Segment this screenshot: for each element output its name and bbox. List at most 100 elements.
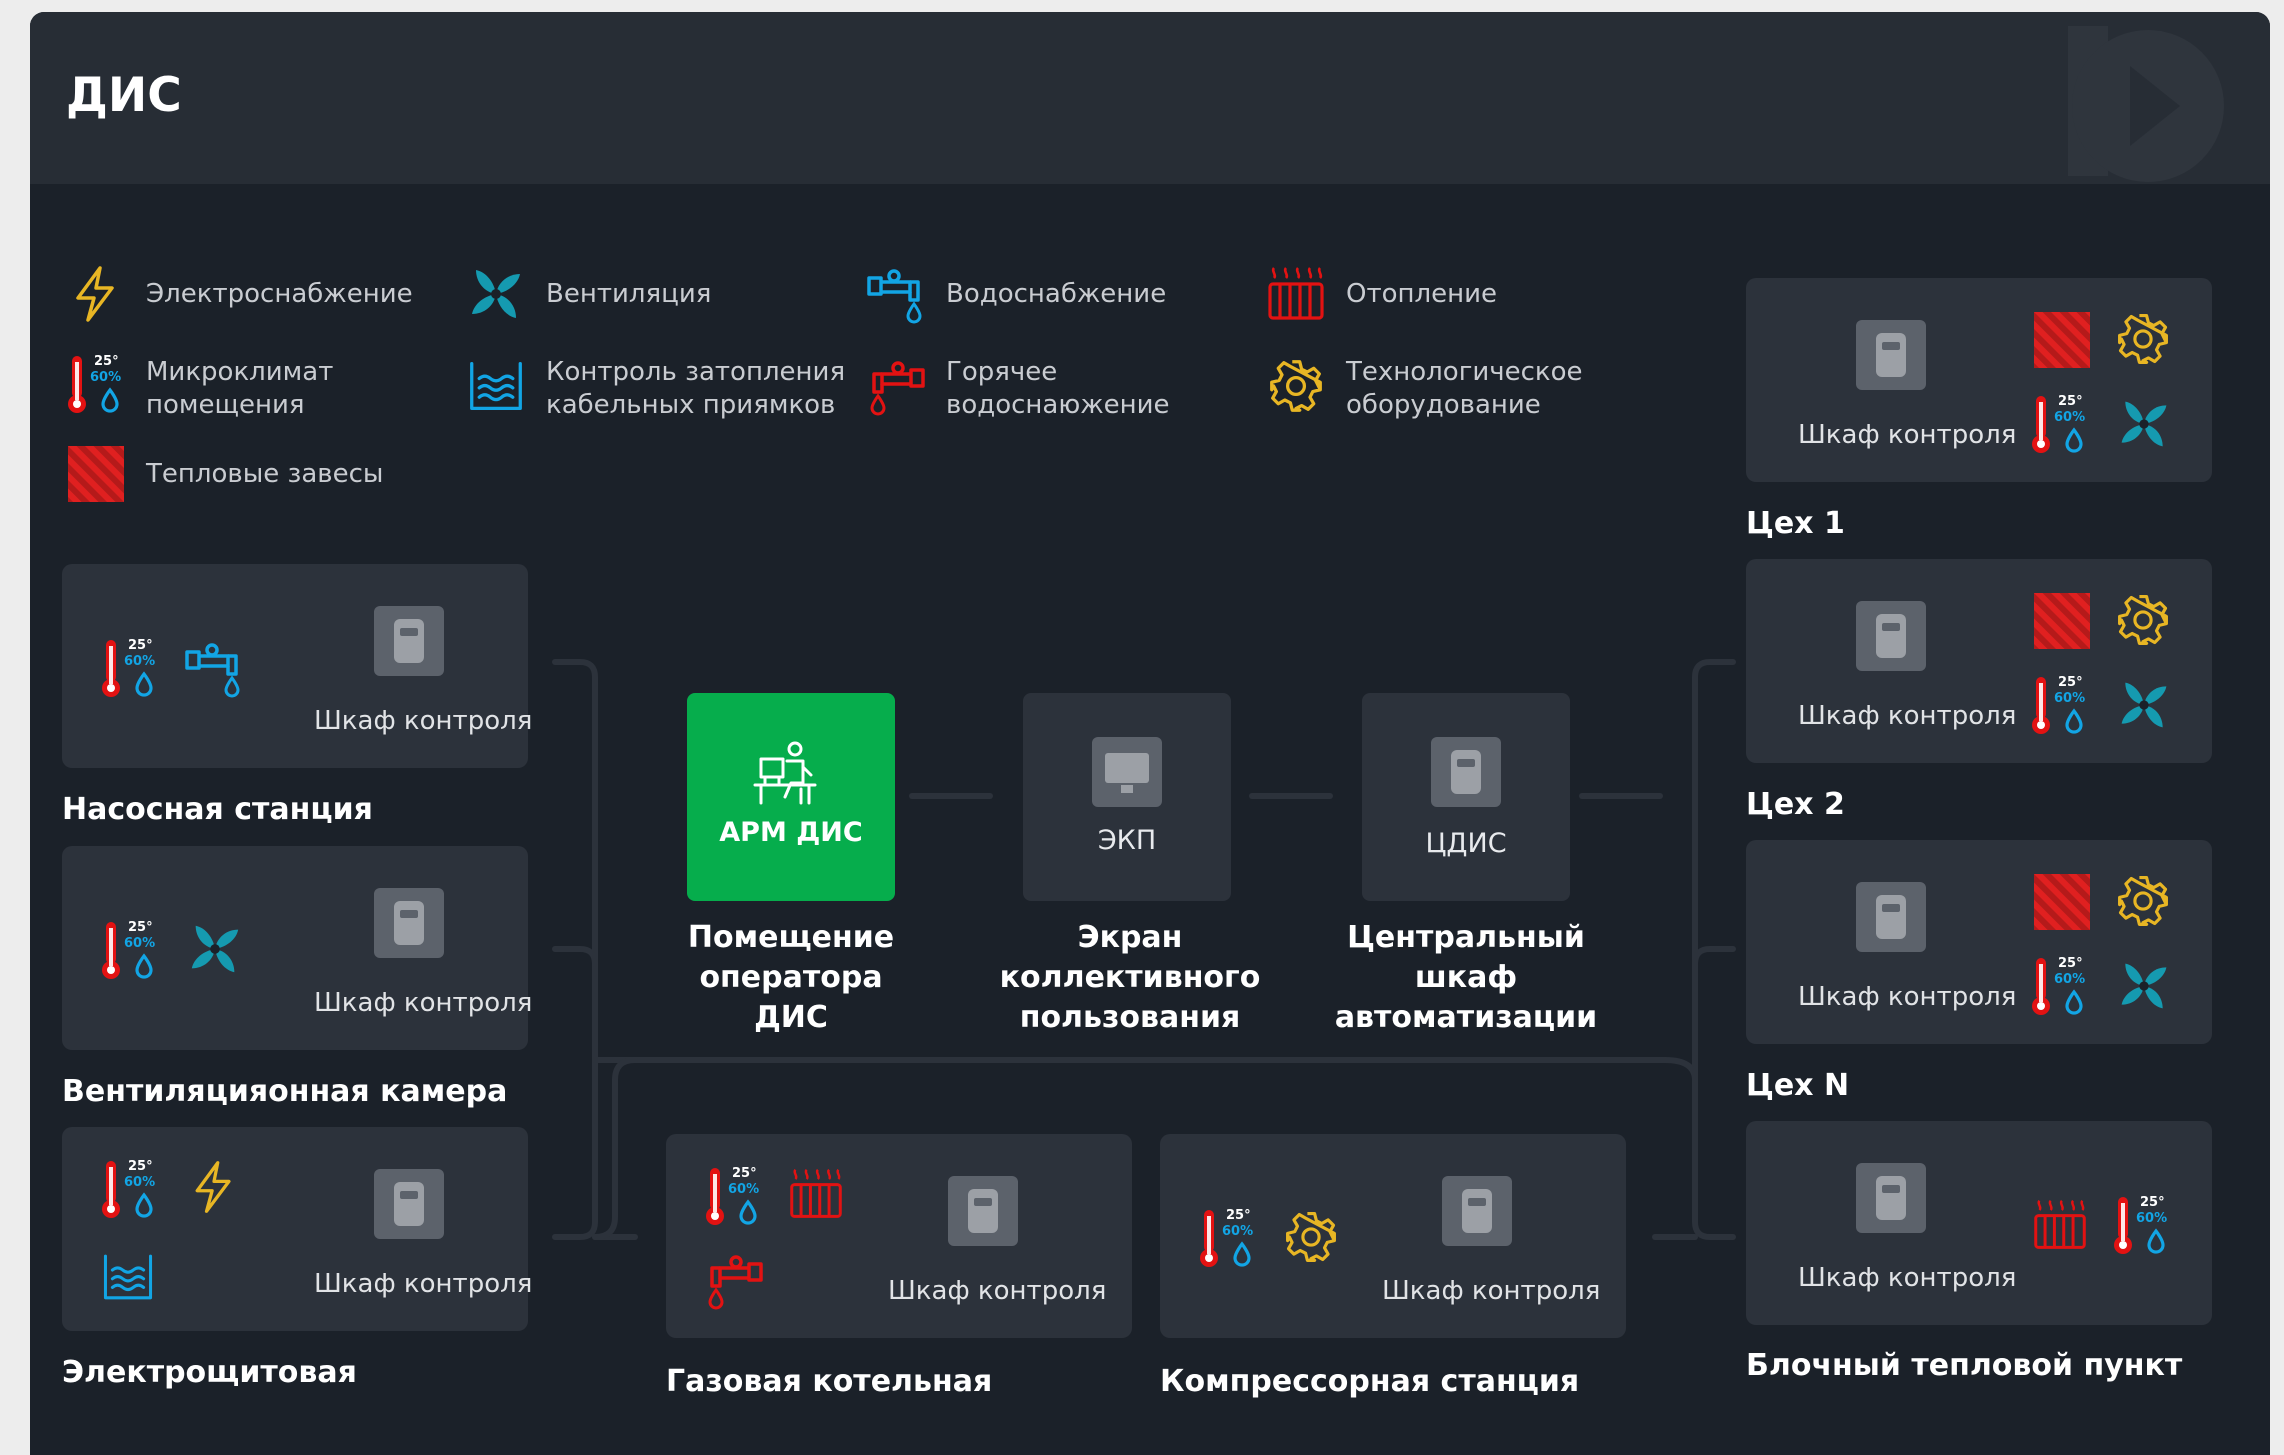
temp-value: 25° — [2058, 675, 2083, 690]
station-caption: Электрощитовая — [62, 1355, 357, 1390]
cabinet-label: Шкаф контроля — [314, 988, 533, 1018]
station-card-heat-point[interactable]: Шкаф контроля 25° 60% — [1746, 1121, 2212, 1325]
temp-value: 25° — [2140, 1195, 2165, 1210]
cabinet-label: Шкаф контроля — [1798, 420, 2017, 450]
temp-value: 25° — [128, 920, 153, 935]
node-label: АРМ ДИС — [719, 817, 863, 848]
humidity-value: 60% — [2136, 1211, 2168, 1226]
humidity-value: 60% — [2054, 410, 2086, 425]
legend-label: Отопление — [1346, 279, 1498, 309]
microclimate-icon: 25° 60% — [704, 1164, 768, 1228]
microclimate-icon: 25° 60% — [66, 352, 130, 416]
fan-icon — [2116, 677, 2172, 733]
monitor-icon — [1092, 737, 1162, 807]
gear-icon — [2116, 593, 2170, 647]
cabinet-label: Шкаф контроля — [314, 1269, 533, 1299]
temp-value: 25° — [732, 1166, 757, 1181]
cabinet-icon — [374, 606, 444, 676]
node-caption: Центральный шкаф автоматизации — [1334, 920, 1598, 1035]
temp-value: 25° — [2058, 394, 2083, 409]
fan-icon — [466, 264, 526, 324]
station-caption: Цех 2 — [1746, 787, 1845, 822]
legend-label: Водоснабжение — [946, 279, 1167, 309]
station-caption: Вентиляцияонная камера — [62, 1074, 508, 1109]
microclimate-icon: 25° 60% — [2030, 673, 2094, 737]
radiator-icon — [1266, 264, 1326, 324]
station-card-workshop-n[interactable]: Шкаф контроля 25° 60% — [1746, 840, 2212, 1044]
humidity-value: 60% — [1222, 1224, 1254, 1239]
microclimate-icon: 25° 60% — [1198, 1206, 1262, 1270]
station-caption: Блочный тепловой пункт — [1746, 1348, 2183, 1383]
gear-icon — [2116, 312, 2170, 366]
temp-value: 25° — [2058, 956, 2083, 971]
gear-icon — [2116, 874, 2170, 928]
radiator-icon — [2032, 1197, 2088, 1253]
cabinet-label: Шкаф контроля — [1798, 982, 2017, 1012]
node-label: ЦДИС — [1425, 828, 1507, 859]
cabinet-label: Шкаф контроля — [1798, 1263, 2017, 1293]
heat-curtain-icon — [2034, 874, 2090, 930]
temp-value: 25° — [94, 354, 119, 369]
hot-water-tap-icon — [704, 1250, 764, 1310]
fan-icon — [186, 920, 244, 978]
station-card-pump[interactable]: 25° 60% Шкаф контроля — [62, 564, 532, 768]
legend-label: Технологическое оборудование — [1346, 357, 1583, 420]
node-label: ЭКП — [1097, 825, 1157, 856]
station-card-gas-boiler[interactable]: 25° 60% Шкаф контроля — [666, 1134, 1132, 1338]
station-card-compressor[interactable]: 25° 60% Шкаф контроля — [1160, 1134, 1626, 1338]
humidity-value: 60% — [728, 1182, 760, 1197]
cabinet-icon — [1856, 882, 1926, 952]
cabinet-label: Шкаф контроля — [1382, 1276, 1601, 1306]
station-caption: Цех N — [1746, 1068, 1850, 1103]
humidity-value: 60% — [124, 654, 156, 669]
humidity-value: 60% — [124, 936, 156, 951]
cabinet-label: Шкаф контроля — [888, 1276, 1107, 1306]
lightning-icon — [186, 1159, 242, 1215]
temp-value: 25° — [1226, 1208, 1251, 1223]
station-caption: Компрессорная станция — [1160, 1364, 1580, 1399]
station-card-switchboard[interactable]: 25° 60% Шкаф контроля — [62, 1127, 532, 1331]
microclimate-icon: 25° 60% — [2030, 954, 2094, 1018]
station-caption: Цех 1 — [1746, 506, 1845, 541]
flood-control-icon — [468, 358, 524, 414]
station-card-workshop-2[interactable]: Шкаф контроля 25° 60% — [1746, 559, 2212, 763]
heat-curtain-icon — [2034, 593, 2090, 649]
station-card-workshop-1[interactable]: Шкаф контроля 25° 60% — [1746, 278, 2212, 482]
operator-icon — [753, 741, 817, 805]
dis-diagram-panel: ДИС Электроснабжение Вентиляция Водоснаб… — [30, 12, 2270, 1455]
legend-label: Горячее водоснаюжение — [946, 357, 1170, 420]
gear-icon — [1284, 1210, 1338, 1264]
legend-label: Контроль затопления кабельных приямков — [546, 357, 846, 420]
node-caption: Экран коллективного пользования — [999, 920, 1261, 1035]
water-tap-icon — [866, 264, 926, 324]
temp-value: 25° — [128, 1159, 153, 1174]
fan-icon — [2116, 396, 2172, 452]
node-tsdis[interactable]: ЦДИС — [1362, 693, 1570, 901]
cabinet-icon — [1442, 1176, 1512, 1246]
legend-label: Вентиляция — [546, 279, 712, 309]
microclimate-icon: 25° 60% — [100, 918, 164, 982]
gear-icon — [1268, 358, 1324, 414]
station-caption: Насосная станция — [62, 792, 373, 827]
hot-water-tap-icon — [866, 356, 926, 416]
cabinet-icon — [948, 1176, 1018, 1246]
microclimate-icon: 25° 60% — [2112, 1193, 2176, 1257]
node-arm-dis[interactable]: АРМ ДИС — [687, 693, 895, 901]
cabinet-label: Шкаф контроля — [314, 706, 533, 736]
fan-icon — [2116, 958, 2172, 1014]
node-ekp[interactable]: ЭКП — [1023, 693, 1231, 901]
radiator-icon — [788, 1166, 844, 1222]
humidity-value: 60% — [2054, 972, 2086, 987]
cabinet-icon — [374, 1169, 444, 1239]
temp-value: 25° — [128, 638, 153, 653]
station-caption: Газовая котельная — [666, 1364, 993, 1399]
station-card-vent-chamber[interactable]: 25° 60% Шкаф контроля — [62, 846, 532, 1050]
lightning-icon — [66, 264, 126, 324]
cabinet-icon — [374, 888, 444, 958]
water-tap-icon — [184, 638, 244, 698]
humidity-value: 60% — [2054, 691, 2086, 706]
microclimate-icon: 25° 60% — [100, 636, 164, 700]
legend-label: Электроснабжение — [146, 279, 413, 309]
microclimate-icon: 25° 60% — [2030, 392, 2094, 456]
flood-control-icon — [102, 1251, 154, 1303]
